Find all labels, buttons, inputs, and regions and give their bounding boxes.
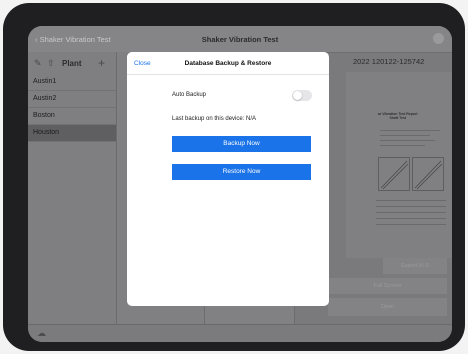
last-backup-text: Last backup on this device: N/A	[172, 116, 257, 122]
report-line	[380, 140, 435, 141]
toggle-knob	[293, 91, 302, 100]
auto-backup-label: Auto Backup	[172, 92, 207, 98]
report-preview: ar Vibration Test Report Shaft Test	[346, 72, 452, 258]
sidebar: ✎ ⇧ Plant + Austin1 Austin2 Boston Houst…	[28, 52, 117, 324]
sidebar-item-austin2[interactable]: Austin2	[28, 91, 116, 108]
report-line	[376, 200, 446, 201]
backup-now-button[interactable]: Backup Now	[172, 136, 311, 152]
nav-bar: ‹ Shaker Vibration Test Shaker Vibration…	[28, 26, 452, 53]
dialog-title: Database Backup & Restore	[184, 60, 272, 67]
report-line	[376, 206, 446, 207]
backup-restore-dialog: Close Database Backup & Restore Auto Bac…	[127, 52, 329, 306]
report-plot	[412, 157, 444, 191]
report-plot	[378, 157, 410, 191]
full-screen-button[interactable]: Full Screen	[328, 278, 447, 294]
open-button[interactable]: Open	[328, 298, 447, 316]
report-line	[380, 130, 440, 131]
sidebar-item-austin1[interactable]: Austin1	[28, 74, 116, 91]
status-icon[interactable]	[433, 33, 444, 44]
report-line	[376, 212, 446, 213]
report-line	[376, 224, 446, 225]
sidebar-toolbar: ✎ ⇧ Plant +	[28, 52, 116, 74]
detail-title: 2022 120122-125742	[353, 57, 425, 66]
sidebar-item-boston[interactable]: Boston	[28, 108, 116, 125]
sidebar-item-houston[interactable]: Houston	[28, 125, 116, 142]
bottom-toolbar: ☁	[28, 324, 452, 342]
share-icon[interactable]: ⇧	[47, 58, 55, 69]
plus-icon[interactable]: +	[98, 56, 105, 70]
report-line	[380, 135, 430, 136]
page-title: Shaker Vibration Test	[201, 35, 279, 44]
report-line	[376, 218, 446, 219]
plant-label: Plant	[62, 59, 82, 68]
dialog-header: Close Database Backup & Restore	[127, 52, 329, 75]
auto-backup-toggle[interactable]	[292, 90, 312, 101]
edit-icon[interactable]: ✎	[34, 58, 42, 69]
report-line	[380, 145, 425, 146]
restore-now-button[interactable]: Restore Now	[172, 164, 311, 180]
report-title: ar Vibration Test Report Shaft Test	[378, 112, 418, 120]
export-xls-button[interactable]: Export XLS	[383, 258, 447, 274]
cloud-icon[interactable]: ☁	[37, 328, 46, 339]
